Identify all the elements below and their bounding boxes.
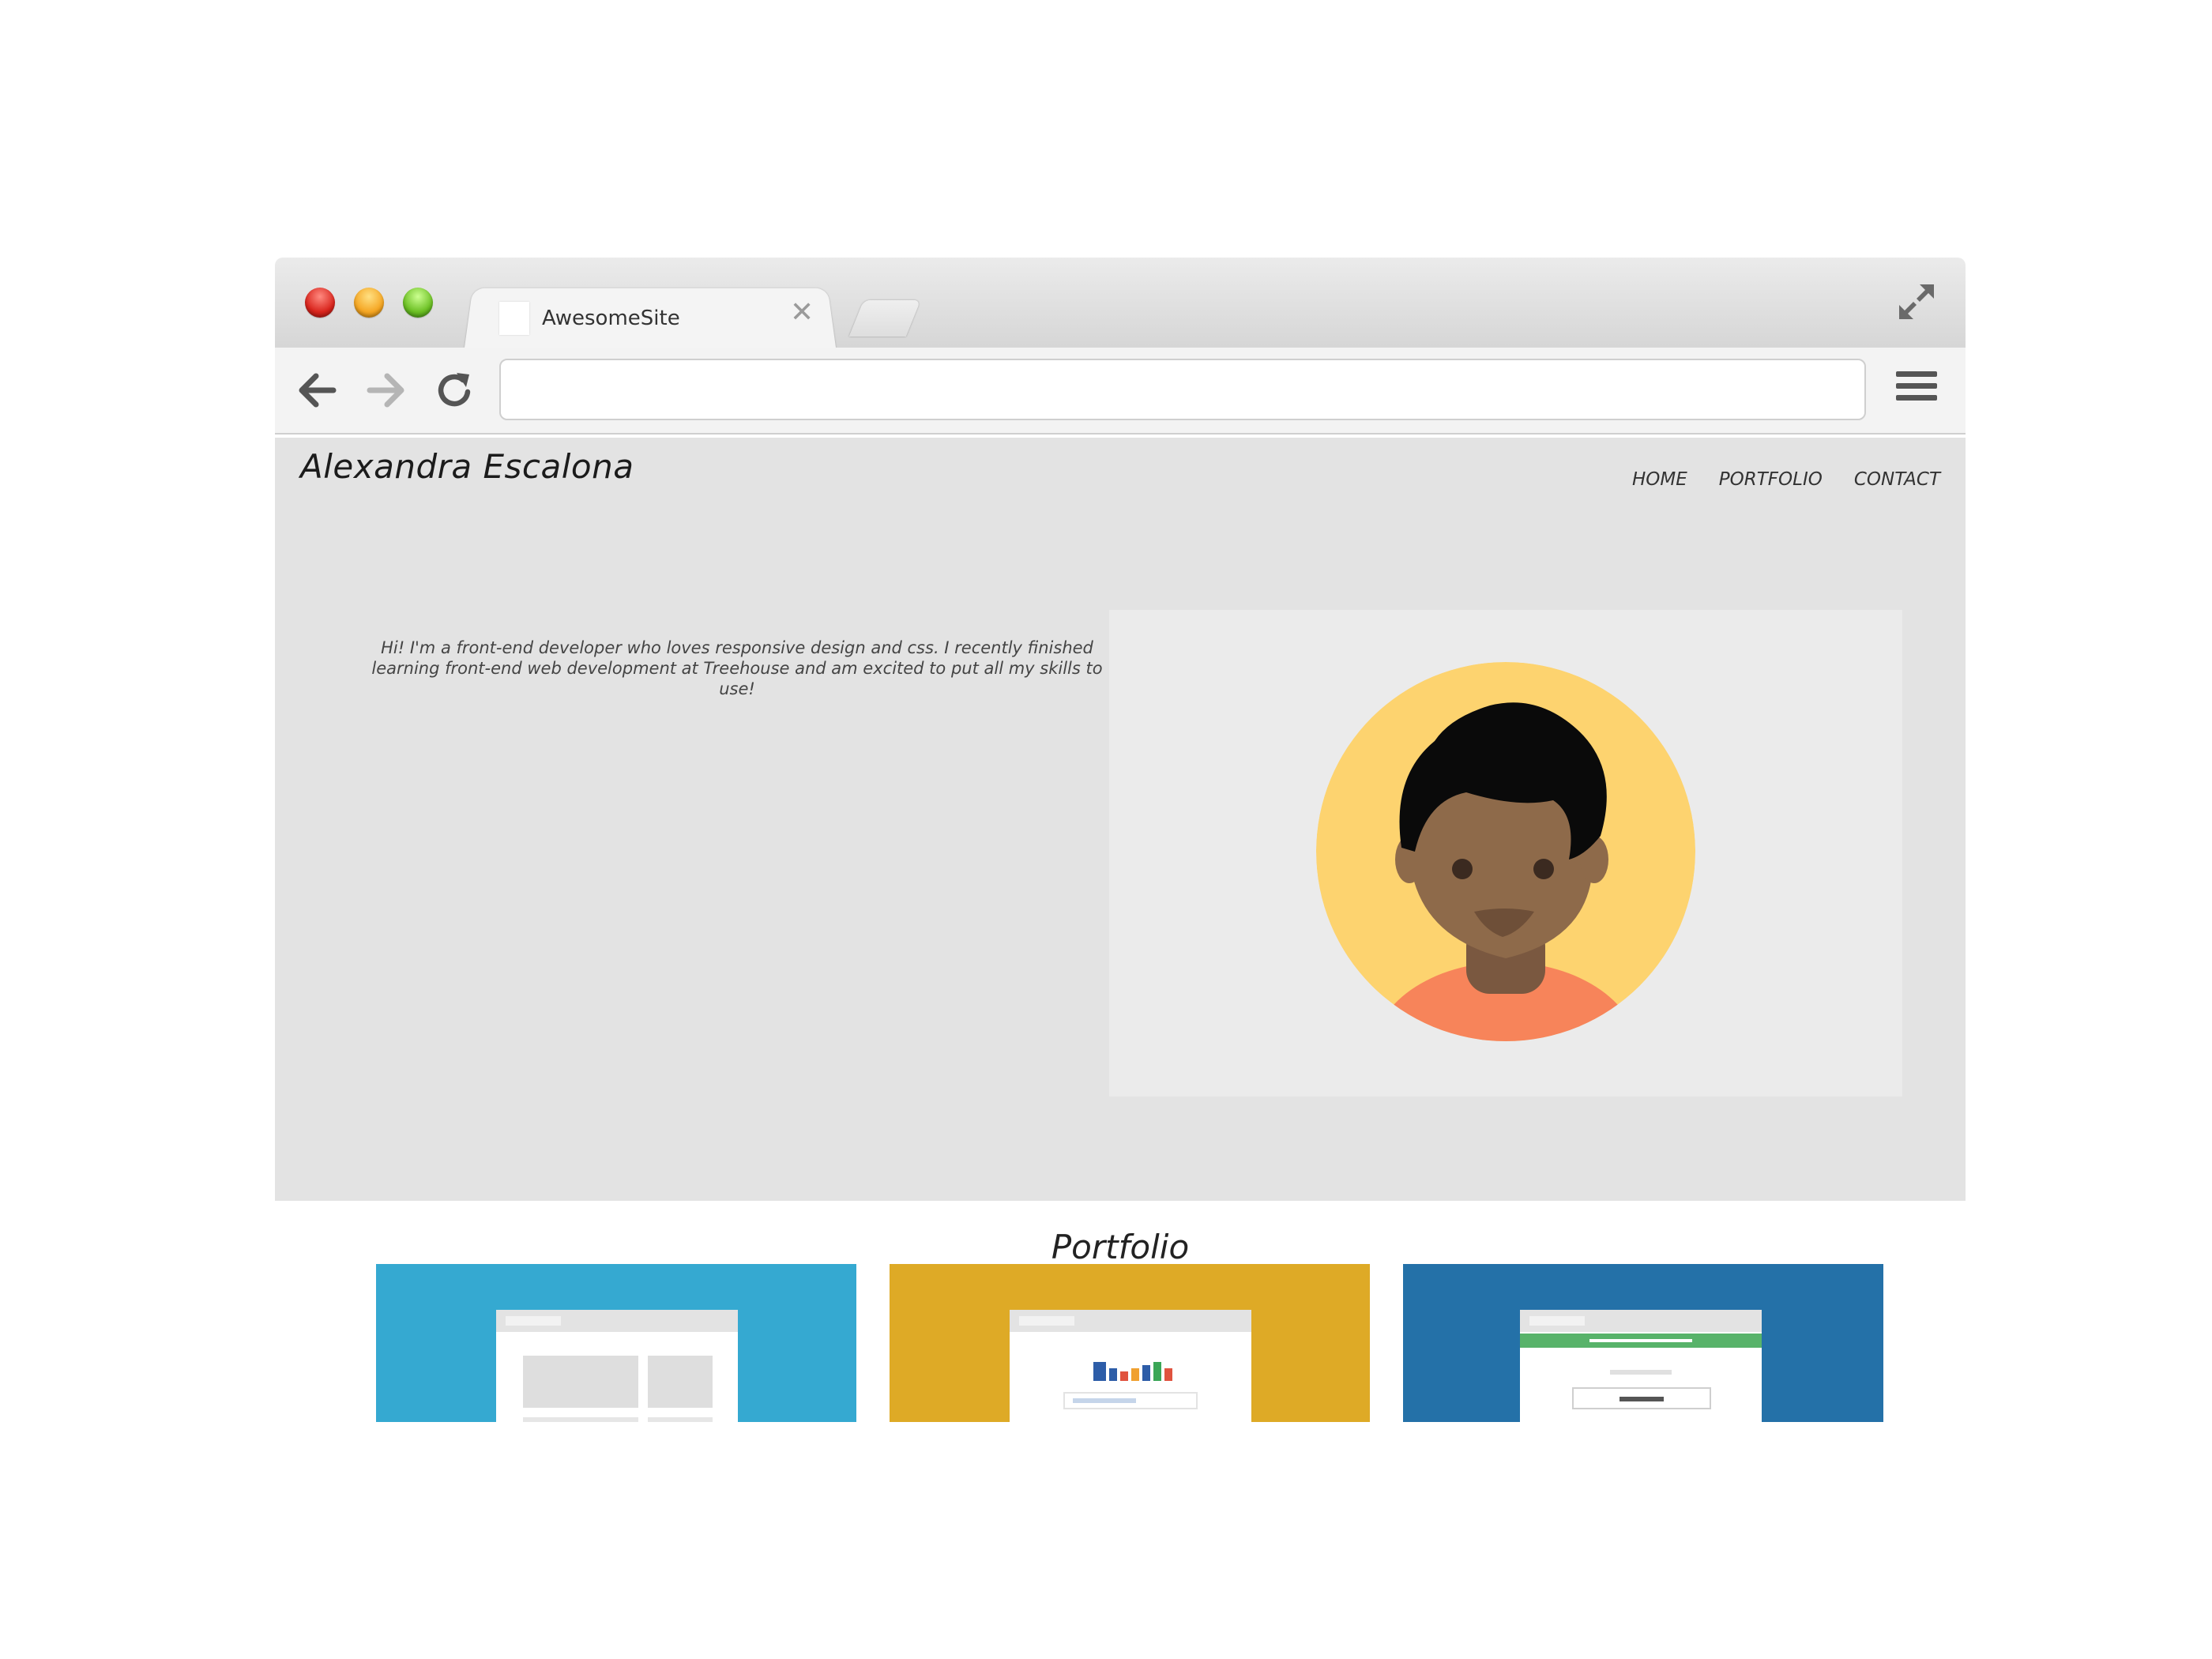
avatar <box>1316 662 1695 1041</box>
page-viewport: Alexandra Escalona HOME PORTFOLIO CONTAC… <box>275 438 1966 1422</box>
forward-arrow-icon[interactable] <box>363 368 408 412</box>
reload-icon[interactable] <box>433 368 477 412</box>
nav-home[interactable]: HOME <box>1632 469 1687 490</box>
nav-contact[interactable]: CONTACT <box>1854 469 1940 490</box>
new-tab-button[interactable] <box>848 300 921 337</box>
address-bar[interactable] <box>499 359 1866 420</box>
close-tab-icon[interactable]: ✕ <box>790 299 814 327</box>
intro-text: Hi! I'm a front-end developer who loves … <box>371 638 1103 698</box>
browser-tab-content: AwesomeSite ✕ <box>465 284 836 348</box>
hamburger-menu-icon[interactable] <box>1896 371 1937 408</box>
back-arrow-icon[interactable] <box>295 368 340 412</box>
nav-portfolio[interactable]: PORTFOLIO <box>1719 469 1823 490</box>
main-nav: HOME PORTFOLIO CONTACT <box>1632 469 1940 490</box>
portfolio-card-3[interactable] <box>1403 1264 1883 1422</box>
minimize-window-button[interactable] <box>354 288 384 318</box>
browser-toolbar <box>275 348 1966 434</box>
close-window-button[interactable] <box>305 288 335 318</box>
tab-title: AwesomeSite <box>542 307 680 330</box>
browser-window: AwesomeSite ✕ Alexandra Escalona HOME PO… <box>275 258 1966 1422</box>
page-icon <box>499 302 529 335</box>
chart-thumbnail-icon <box>1010 1310 1251 1422</box>
browser-titlebar: AwesomeSite ✕ <box>275 258 1966 348</box>
fullscreen-icon[interactable] <box>1896 281 1937 322</box>
portfolio-card-2[interactable] <box>890 1264 1370 1422</box>
portfolio-card-1[interactable] <box>376 1264 856 1422</box>
portfolio-heading: Portfolio <box>1051 1228 1190 1266</box>
form-thumbnail-icon <box>1520 1310 1762 1422</box>
site-name[interactable]: Alexandra Escalona <box>300 447 634 486</box>
hero-section: Alexandra Escalona HOME PORTFOLIO CONTAC… <box>275 438 1966 1201</box>
avatar-panel <box>1109 610 1902 1097</box>
website-layout-thumbnail-icon <box>496 1310 738 1422</box>
maximize-window-button[interactable] <box>403 288 433 318</box>
